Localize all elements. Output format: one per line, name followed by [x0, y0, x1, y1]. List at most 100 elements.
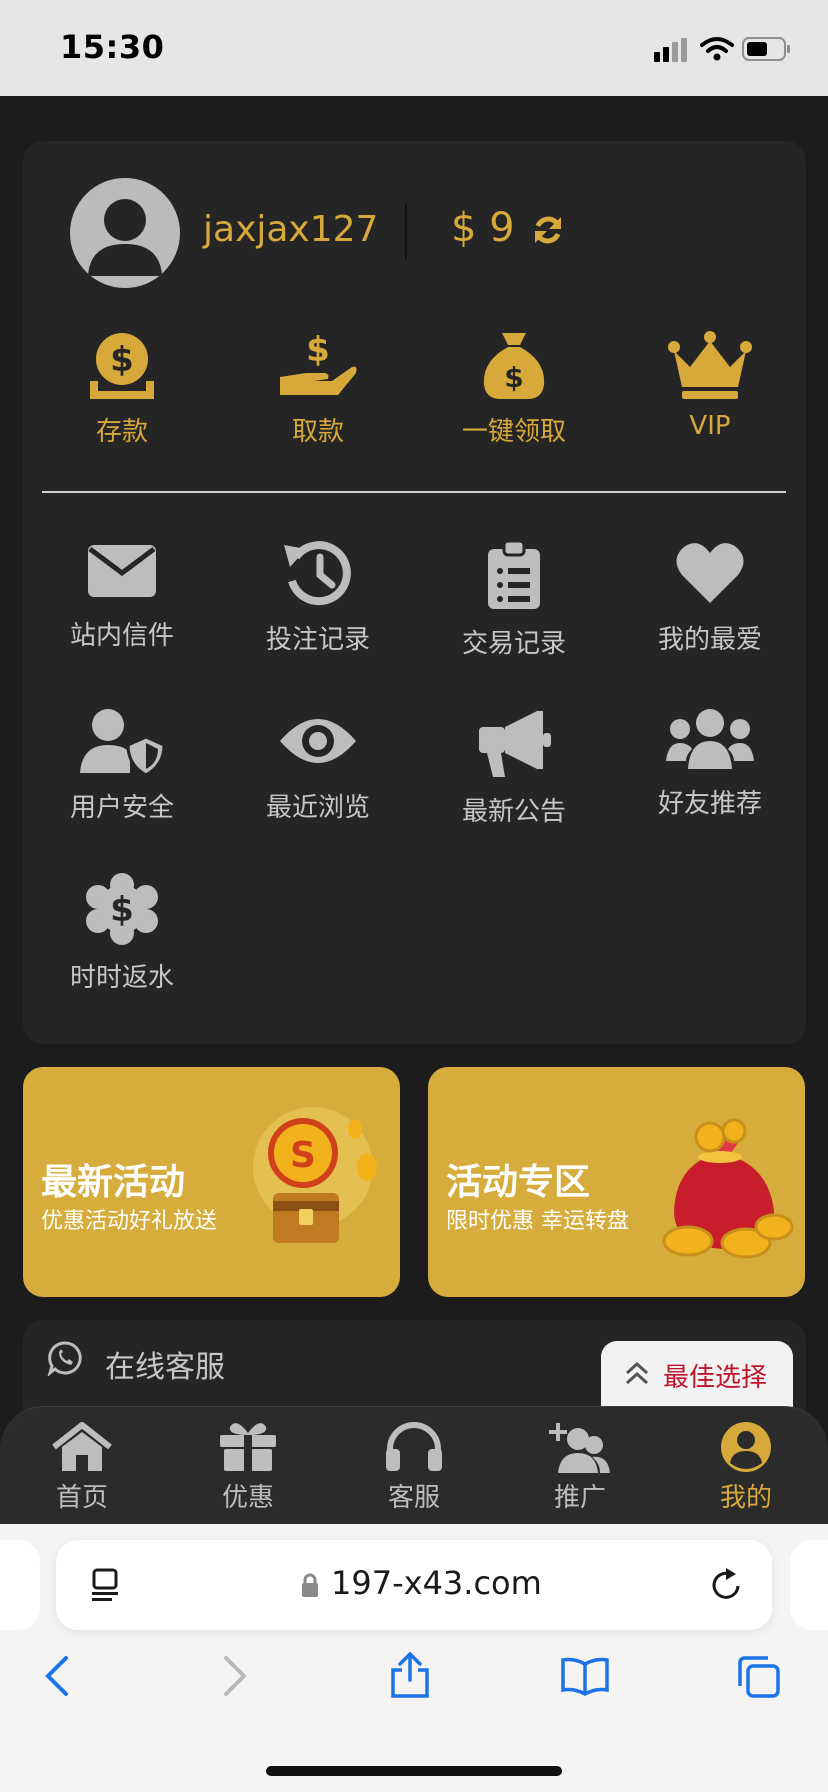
- banner-subtitle: 限时优惠 幸运转盘: [446, 1209, 629, 1234]
- menu-item-security[interactable]: 用户安全: [42, 707, 202, 824]
- double-chevron-up-icon: [625, 1361, 649, 1385]
- bookmarks-icon[interactable]: [560, 1656, 610, 1696]
- tab-mine-label: 我的: [719, 1483, 772, 1513]
- menu-item-recent[interactable]: 最近浏览: [238, 707, 398, 824]
- refresh-icon[interactable]: [531, 213, 565, 247]
- user-circle-icon: [721, 1422, 771, 1472]
- deposit-label: 存款: [95, 417, 148, 447]
- menu-item-bet-history[interactable]: 投注记录: [238, 539, 398, 656]
- back-icon[interactable]: [42, 1654, 72, 1698]
- menu-item-favorites[interactable]: 我的最爱: [630, 539, 790, 656]
- menu-label-announcements: 最新公告: [461, 797, 566, 827]
- withdraw-hand-icon: $: [280, 330, 357, 395]
- tab-promotions[interactable]: 优惠: [188, 1421, 308, 1514]
- wifi-icon: [700, 37, 734, 61]
- menu-item-messages[interactable]: 站内信件: [42, 539, 202, 652]
- page-menu-icon: [92, 1568, 118, 1601]
- url-text: 197-x43.com: [331, 1564, 542, 1602]
- banner-title: 最新活动: [41, 1162, 186, 1203]
- menu-label-bet-history: 投注记录: [265, 625, 370, 655]
- tab-referral[interactable]: 推广: [520, 1421, 640, 1514]
- lock-icon: [302, 1573, 318, 1597]
- bottom-tab-bar: 首页 优惠 客服 推广 我的: [0, 1406, 828, 1525]
- headset-icon: [386, 1422, 442, 1471]
- tab-support-label: 客服: [387, 1483, 440, 1513]
- menu-label-favorites: 我的最爱: [657, 625, 762, 655]
- users-icon: [666, 709, 754, 769]
- promo-banner-latest[interactable]: 最新活动 优惠活动好礼放送 S: [23, 1067, 400, 1297]
- tab-support[interactable]: 客服: [354, 1421, 474, 1514]
- battery-icon: [742, 37, 790, 61]
- home-icon: [52, 1422, 112, 1471]
- withdraw-label: 取款: [291, 417, 344, 447]
- browser-toolbar: 197-x43.com: [0, 1524, 828, 1792]
- status-bar: 15:30: [0, 0, 828, 96]
- previous-tab-preview[interactable]: [0, 1540, 40, 1630]
- menu-item-announcements[interactable]: 最新公告: [434, 707, 594, 828]
- claim-all-label: 一键领取: [461, 417, 566, 447]
- menu-label-transactions: 交易记录: [461, 629, 566, 659]
- svg-text:$: $: [504, 361, 523, 394]
- svg-text:S: S: [290, 1135, 316, 1176]
- gift-icon: [220, 1423, 276, 1471]
- lucky-bag-icon: [662, 1118, 794, 1259]
- online-support-label: 在线客服: [105, 1350, 225, 1385]
- history-icon: [284, 541, 351, 606]
- best-choice-button[interactable]: 最佳选择: [601, 1341, 793, 1411]
- signal-icon: [654, 38, 687, 62]
- menu-label-recent: 最近浏览: [265, 793, 370, 823]
- deposit-button[interactable]: $ 存款: [42, 329, 202, 448]
- menu-item-rebate[interactable]: $ 时时返水: [42, 873, 202, 994]
- crown-icon: [668, 331, 752, 399]
- tab-home[interactable]: 首页: [22, 1421, 142, 1514]
- address-bar[interactable]: 197-x43.com: [56, 1540, 772, 1630]
- user-shield-icon: [80, 709, 166, 775]
- svg-text:$: $: [110, 340, 134, 380]
- menu-label-rebate: 时时返水: [69, 963, 174, 993]
- withdraw-button[interactable]: $ 取款: [238, 329, 398, 448]
- svg-text:$: $: [306, 330, 330, 370]
- share-icon[interactable]: [388, 1650, 432, 1700]
- avatar[interactable]: [70, 178, 180, 288]
- clipboard-list-icon: [488, 539, 540, 609]
- banner-subtitle: 优惠活动好礼放送: [41, 1209, 218, 1234]
- megaphone-icon: [479, 711, 551, 777]
- divider: [405, 203, 407, 259]
- deposit-coin-icon: $: [90, 333, 154, 399]
- reload-icon[interactable]: [708, 1566, 744, 1604]
- menu-label-security: 用户安全: [69, 793, 174, 823]
- username: jaxjax127: [203, 209, 379, 250]
- balance: $ 9: [451, 205, 515, 251]
- vip-button[interactable]: VIP: [630, 329, 790, 441]
- tab-promotions-label: 优惠: [221, 1483, 274, 1513]
- dollar-badge-icon: $: [86, 873, 158, 945]
- user-avatar-icon: [88, 199, 162, 276]
- money-bag-icon: $: [483, 333, 545, 399]
- menu-label-referral: 好友推荐: [657, 789, 762, 819]
- claim-all-button[interactable]: $ 一键领取: [434, 329, 594, 448]
- treasure-chest-icon: S: [253, 1107, 377, 1243]
- tab-mine[interactable]: 我的: [686, 1421, 806, 1514]
- envelope-icon: [88, 545, 156, 597]
- tabs-icon[interactable]: [736, 1654, 782, 1700]
- heart-icon: [676, 543, 744, 603]
- menu-label-messages: 站内信件: [69, 621, 174, 651]
- forward-icon[interactable]: [220, 1654, 250, 1698]
- user-card: jaxjax127 $ 9 $ 存款 $ 取款 $ 一键领取 VIP 站内信件 …: [23, 141, 806, 1044]
- tab-referral-label: 推广: [553, 1483, 606, 1513]
- next-tab-preview[interactable]: [790, 1540, 828, 1630]
- home-indicator[interactable]: [266, 1766, 562, 1776]
- status-time: 15:30: [60, 28, 165, 66]
- section-divider: [42, 491, 786, 493]
- promo-banner-events[interactable]: 活动专区 限时优惠 幸运转盘: [428, 1067, 805, 1297]
- menu-item-transactions[interactable]: 交易记录: [434, 539, 594, 660]
- user-plus-icon: [549, 1423, 610, 1473]
- whatsapp-icon: [47, 1341, 82, 1376]
- banner-title: 活动专区: [446, 1162, 591, 1203]
- vip-label: VIP: [689, 411, 731, 441]
- menu-item-referral[interactable]: 好友推荐: [630, 707, 790, 820]
- eye-icon: [280, 719, 356, 763]
- tab-home-label: 首页: [55, 1483, 108, 1513]
- svg-text:$: $: [110, 890, 134, 930]
- best-choice-label: 最佳选择: [663, 1363, 768, 1393]
